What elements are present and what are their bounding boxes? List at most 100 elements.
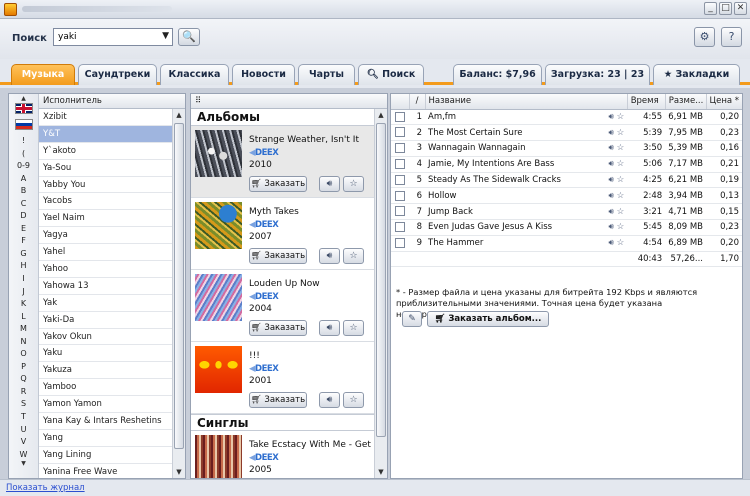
album-card[interactable]: Strange Weather, Isn't It ◀DEEX 2010 🛒︎ Зак… — [191, 126, 374, 198]
album-title[interactable]: Louden Up Now — [249, 279, 320, 289]
downloads-badge[interactable]: Загрузка: 23 | 23 — [545, 64, 650, 85]
alphabet-letter[interactable]: Q — [9, 373, 38, 386]
alphabet-up-arrow[interactable]: ▲ — [9, 96, 38, 102]
col-number[interactable]: / — [409, 94, 426, 110]
star-icon[interactable]: ☆ — [617, 191, 625, 201]
alphabet-letter[interactable]: G — [9, 248, 38, 261]
track-title[interactable]: The Most Certain Sure — [428, 128, 522, 138]
album-card[interactable]: Take Ecstacy With Me - Get Up◀DEEX2005🛒︎… — [191, 431, 374, 478]
track-row[interactable]: 9 The Hammer 🔊︎ ☆ 4:54 6,89 MB 0,20 — [391, 235, 742, 252]
alphabet-letter[interactable]: 0-9 — [9, 160, 38, 173]
artist-list-item[interactable]: Yaki-Da — [39, 312, 172, 329]
speaker-icon[interactable]: 🔊︎ — [609, 207, 614, 217]
artist-list-item[interactable]: Yagya — [39, 227, 172, 245]
track-checkbox[interactable] — [395, 159, 405, 170]
alphabet-letter[interactable]: S — [9, 398, 38, 411]
album-cover-image[interactable] — [195, 274, 242, 321]
track-row[interactable]: 7 Jump Back 🔊︎ ☆ 3:21 4,71 MB 0,15 — [391, 203, 742, 221]
col-title[interactable]: Название — [425, 94, 628, 110]
listen-button[interactable]: 🔊︎ — [319, 320, 340, 336]
col-price[interactable]: Цена * — [706, 94, 742, 110]
artist-list-item[interactable]: Yana Kay & Intars Reshetins — [39, 413, 172, 430]
listen-button[interactable]: 🔊︎ — [319, 392, 340, 408]
speaker-icon[interactable]: 🔊︎ — [609, 222, 614, 232]
search-button[interactable]: 🔍 — [178, 28, 200, 46]
tab-search[interactable]: 🔍︎ Поиск — [358, 64, 424, 85]
show-journal-link[interactable]: Показать журнал — [6, 483, 85, 493]
artist-list-item[interactable]: Yael Naim — [39, 210, 172, 228]
scroll-thumb[interactable] — [376, 123, 386, 437]
artist-column-header[interactable]: Исполнитель — [39, 94, 185, 109]
speaker-icon[interactable]: 🔊︎ — [609, 112, 614, 122]
speaker-icon[interactable]: 🔊︎ — [609, 128, 614, 138]
listen-button[interactable]: 🔊︎ — [319, 248, 340, 264]
album-card[interactable]: Louden Up Now ◀DEEX 2004 🛒︎ Заказать 🔊︎ ☆ — [191, 270, 374, 342]
artist-list-item[interactable]: Yamboo — [39, 379, 172, 397]
track-checkbox[interactable] — [395, 143, 405, 154]
search-input[interactable] — [54, 29, 154, 45]
track-checkbox[interactable] — [395, 238, 405, 249]
speaker-icon[interactable]: 🔊︎ — [609, 159, 614, 169]
order-button[interactable]: 🛒︎ Заказать — [249, 392, 307, 408]
bookmark-button[interactable]: ☆ — [343, 248, 364, 264]
close-button[interactable]: ✕ — [734, 2, 747, 15]
scroll-thumb[interactable] — [174, 123, 184, 449]
star-icon[interactable]: ☆ — [617, 128, 625, 138]
track-checkbox[interactable] — [395, 190, 405, 201]
track-title[interactable]: Jamie, My Intentions Are Bass — [428, 159, 554, 169]
speaker-icon[interactable]: 🔊︎ — [609, 175, 614, 185]
chevron-down-icon[interactable]: ▼ — [162, 31, 169, 41]
order-button[interactable]: 🛒︎ Заказать — [249, 320, 307, 336]
track-row[interactable]: 2 The Most Certain Sure 🔊︎ ☆ 5:39 7,95 MB 0,2… — [391, 124, 742, 142]
order-album-button[interactable]: 🛒︎ Заказать альбом... — [427, 311, 549, 327]
artist-list-item[interactable]: Yakov Okun — [39, 329, 172, 346]
alphabet-letter[interactable]: U — [9, 424, 38, 437]
tab-news[interactable]: Новости — [232, 64, 295, 85]
alphabet-letter[interactable]: A — [9, 173, 38, 186]
alphabet-letter[interactable]: N — [9, 336, 38, 349]
track-title[interactable]: The Hammer — [428, 238, 483, 248]
album-card[interactable]: Myth Takes ◀DEEX 2007 🛒︎ Заказать 🔊︎ ☆ — [191, 198, 374, 270]
track-checkbox[interactable] — [395, 127, 405, 138]
alphabet-letter[interactable]: E — [9, 223, 38, 236]
track-row[interactable]: 6 Hollow 🔊︎ ☆ 2:48 3,94 MB 0,13 — [391, 187, 742, 205]
artist-list-item[interactable]: Yak — [39, 295, 172, 312]
col-checkbox[interactable] — [391, 94, 410, 110]
scroll-up-arrow[interactable]: ▲ — [173, 109, 185, 121]
russian-flag-icon[interactable] — [14, 119, 33, 130]
track-row[interactable]: 4 Jamie, My Intentions Are Bass 🔊︎ ☆ 5:06 7,… — [391, 156, 742, 173]
help-button[interactable]: ? — [721, 27, 742, 47]
track-row[interactable]: 1 Am,fm 🔊︎ ☆ 4:55 6,91 MB 0,20 — [391, 109, 742, 126]
order-button[interactable]: 🛒︎ Заказать — [249, 248, 307, 264]
album-title[interactable]: Take Ecstacy With Me - Get Up — [249, 440, 374, 450]
star-icon[interactable]: ☆ — [617, 143, 625, 153]
search-combobox[interactable]: ▼ — [53, 28, 173, 46]
album-title[interactable]: Myth Takes — [249, 207, 299, 217]
track-title[interactable]: Wannagain Wannagain — [428, 143, 526, 153]
col-size[interactable]: Разме... — [665, 94, 707, 110]
artist-list-item[interactable]: Yahoo — [39, 261, 172, 278]
alphabet-letter[interactable]: P — [9, 361, 38, 374]
bookmark-button[interactable]: ☆ — [343, 176, 364, 192]
speaker-icon[interactable]: 🔊︎ — [609, 238, 614, 248]
alphabet-letter[interactable]: D — [9, 210, 38, 223]
track-title[interactable]: Jump Back — [428, 207, 473, 217]
edit-button[interactable]: ✎ — [402, 311, 422, 327]
star-icon[interactable]: ☆ — [617, 159, 625, 169]
col-time[interactable]: Время — [627, 94, 666, 110]
scroll-down-arrow[interactable]: ▼ — [375, 466, 387, 478]
alphabet-letter[interactable]: T — [9, 411, 38, 424]
alphabet-letter[interactable]: B — [9, 185, 38, 198]
album-card[interactable]: !!! ◀DEEX 2001 🛒︎ Заказать 🔊︎ ☆ — [191, 342, 374, 414]
artist-list-item[interactable]: Xzibit — [39, 109, 172, 126]
speaker-icon[interactable]: 🔊︎ — [609, 191, 614, 201]
artist-list-item[interactable]: Yakuza — [39, 362, 172, 380]
alphabet-letter[interactable]: R — [9, 386, 38, 399]
settings-button[interactable]: ⚙ — [694, 27, 715, 47]
artist-list-item[interactable]: Y`akoto — [39, 143, 172, 160]
album-cover-image[interactable] — [195, 202, 242, 249]
artist-list-item[interactable]: Yacobs — [39, 193, 172, 211]
alphabet-letter[interactable]: H — [9, 260, 38, 273]
alphabet-letter[interactable]: O — [9, 348, 38, 361]
artist-list-item[interactable]: Yang — [39, 430, 172, 447]
